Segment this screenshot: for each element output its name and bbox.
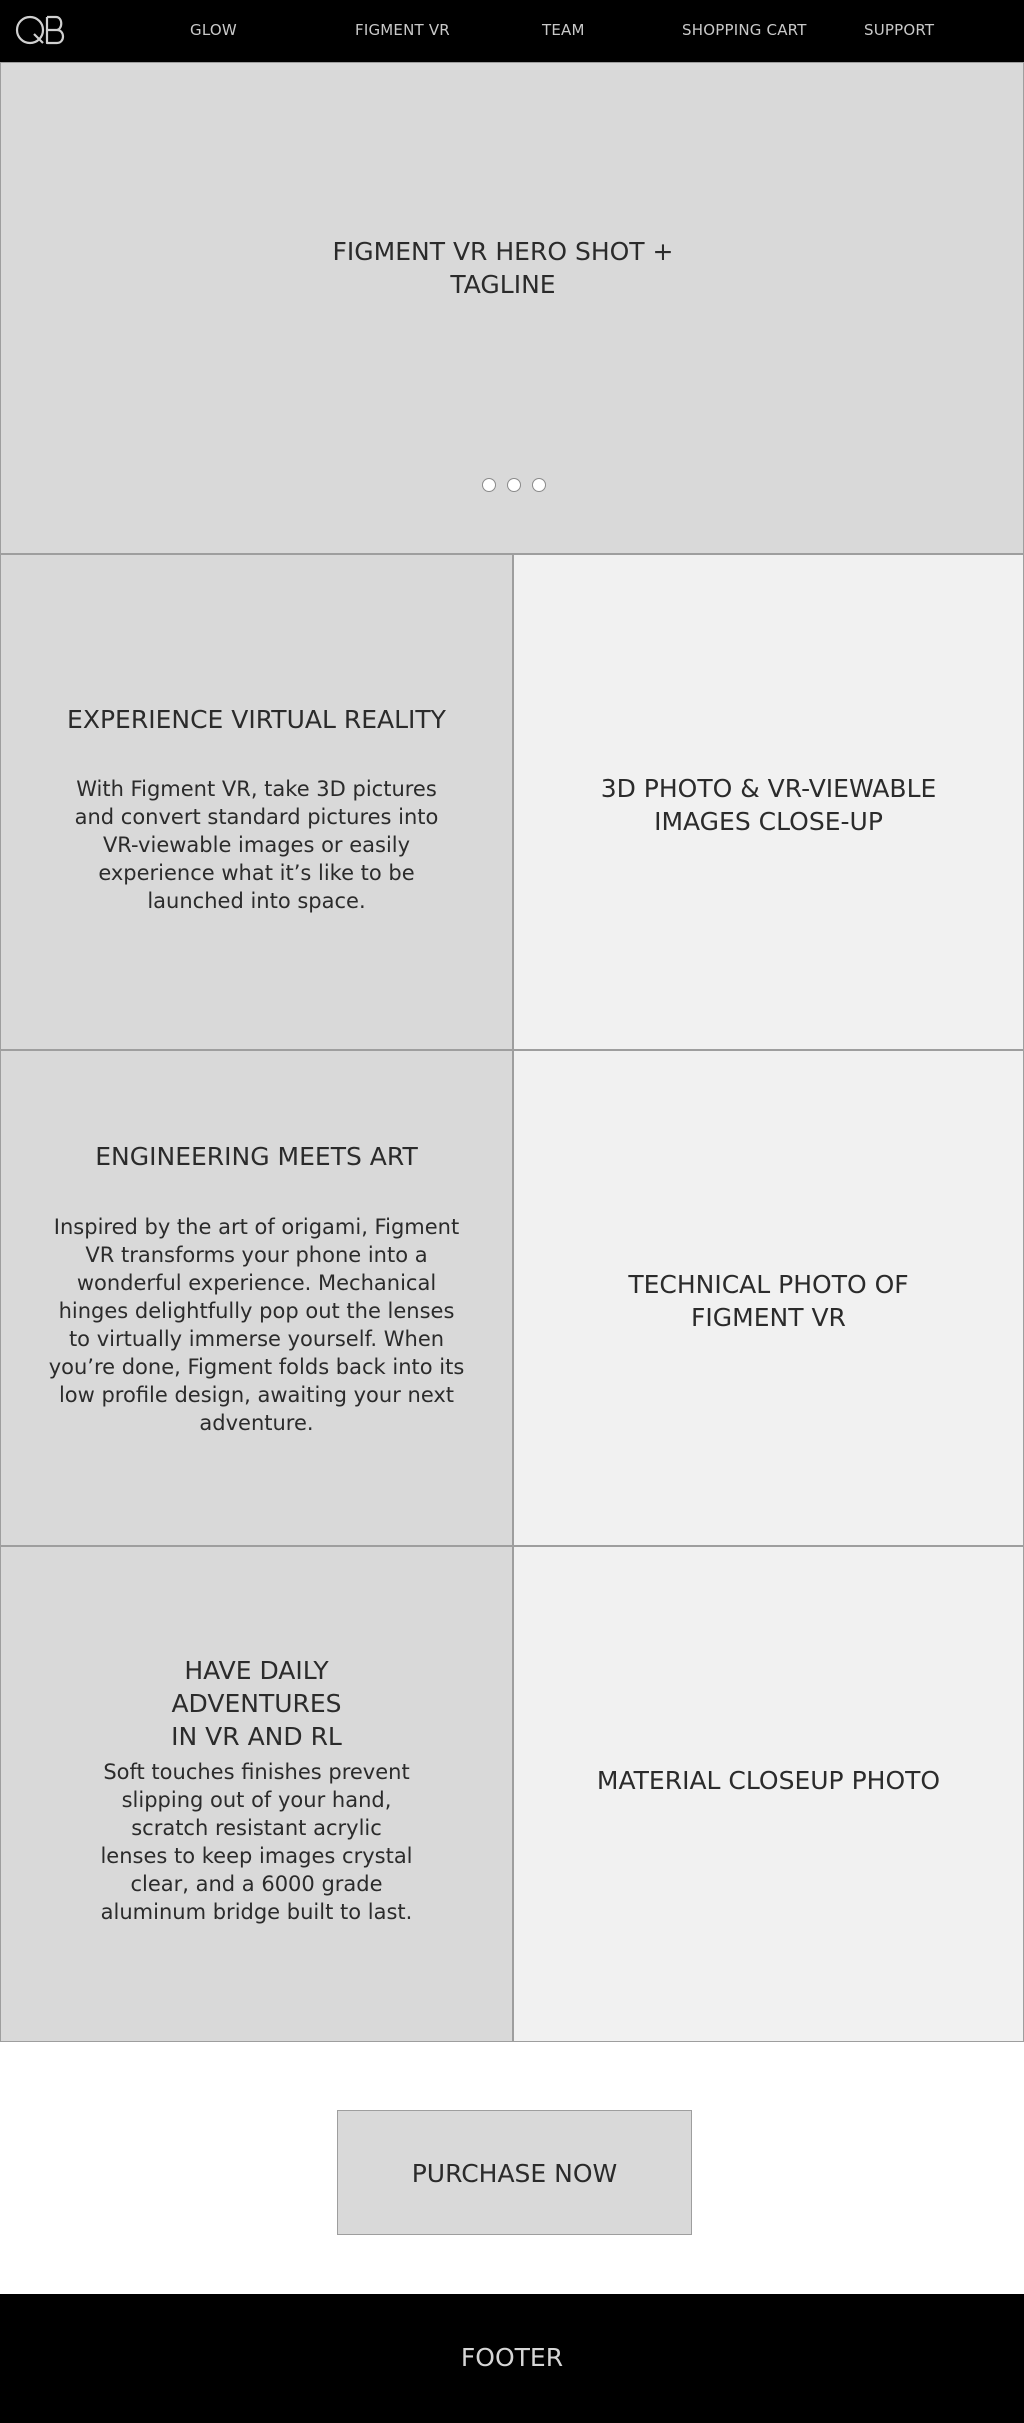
feature-photo-placeholder-material: MATERIAL CLOSEUP PHOTO xyxy=(513,1546,1024,2042)
carousel-dots xyxy=(482,478,546,492)
feature-heading-line: HAVE DAILY ADVENTURES xyxy=(171,1656,342,1718)
photo-placeholder-label: MATERIAL CLOSEUP PHOTO xyxy=(596,1766,941,1795)
carousel-dot-3[interactable] xyxy=(532,478,546,492)
feature-text-panel-engineering: ENGINEERING MEETS ART Inspired by the ar… xyxy=(0,1050,513,1546)
nav-link-support[interactable]: SUPPORT xyxy=(864,21,934,39)
feature-text-panel-adventures: HAVE DAILY ADVENTURES IN VR AND RL Soft … xyxy=(0,1546,513,2042)
qb-logo-icon[interactable] xyxy=(14,13,68,47)
feature-description: Inspired by the art of origami, Figment … xyxy=(48,1215,465,1435)
feature-photo-placeholder-technical: TECHNICAL PHOTO OF FIGMENT VR xyxy=(513,1050,1024,1546)
purchase-button-label: PURCHASE NOW xyxy=(411,2159,618,2188)
photo-label-line: TECHNICAL PHOTO OF xyxy=(628,1270,909,1299)
photo-label-line: IMAGES CLOSE-UP xyxy=(654,807,883,836)
feature-heading: HAVE DAILY ADVENTURES IN VR AND RL xyxy=(1,1654,512,1753)
hero-image-placeholder: FIGMENT VR HERO SHOT + TAGLINE xyxy=(0,62,1024,554)
footer: FOOTER xyxy=(0,2294,1024,2423)
nav-link-shopping-cart[interactable]: SHOPPING CART xyxy=(682,21,807,39)
hero-title: FIGMENT VR HERO SHOT + TAGLINE xyxy=(263,235,743,301)
nav-link-glow[interactable]: GLOW xyxy=(190,21,237,39)
top-navigation-bar: GLOW FIGMENT VR TEAM SHOPPING CART SUPPO… xyxy=(0,0,1024,62)
photo-label-line: FIGMENT VR xyxy=(691,1303,846,1332)
hero-title-line: FIGMENT VR HERO SHOT + xyxy=(332,237,674,266)
photo-placeholder-label: 3D PHOTO & VR-VIEWABLE IMAGES CLOSE-UP xyxy=(514,772,1023,838)
carousel-dot-1[interactable] xyxy=(482,478,496,492)
feature-heading: EXPERIENCE VIRTUAL REALITY xyxy=(67,705,446,734)
nav-link-team[interactable]: TEAM xyxy=(542,21,585,39)
hero-title-line: TAGLINE xyxy=(450,270,556,299)
carousel-dot-2[interactable] xyxy=(507,478,521,492)
feature-description: Soft touches finishes prevent slipping o… xyxy=(100,1760,413,1924)
photo-label-line: 3D PHOTO & VR-VIEWABLE xyxy=(600,774,937,803)
feature-text-panel-vr: EXPERIENCE VIRTUAL REALITY With Figment … xyxy=(0,554,513,1050)
footer-label: FOOTER xyxy=(460,2343,564,2372)
feature-heading-line: IN VR AND RL xyxy=(171,1722,342,1751)
purchase-now-button[interactable]: PURCHASE NOW xyxy=(337,2110,692,2235)
feature-description: With Figment VR, take 3D pictures and co… xyxy=(74,777,439,913)
feature-heading: ENGINEERING MEETS ART xyxy=(95,1142,418,1171)
feature-photo-placeholder-3d: 3D PHOTO & VR-VIEWABLE IMAGES CLOSE-UP xyxy=(513,554,1024,1050)
photo-placeholder-label: TECHNICAL PHOTO OF FIGMENT VR xyxy=(514,1268,1023,1334)
nav-link-figment-vr[interactable]: FIGMENT VR xyxy=(355,21,450,39)
